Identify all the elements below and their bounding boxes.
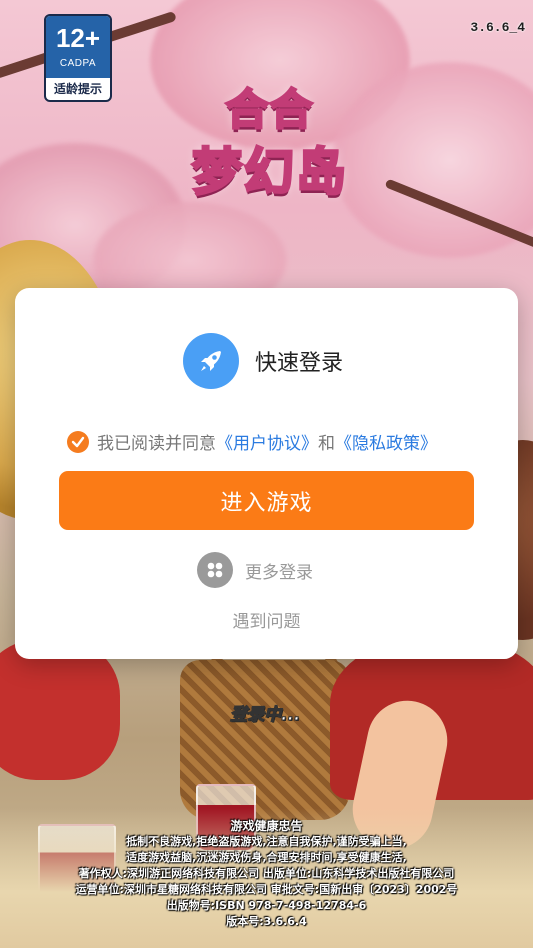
agree-checkbox[interactable]	[67, 430, 89, 453]
logo-line1: 合合	[224, 84, 314, 136]
notice-line3: 著作权人:深圳游正网络科技有限公司 出版单位:山东科学技术出版社有限公司	[78, 867, 455, 880]
age-rating: 12+	[55, 23, 101, 53]
game-logo: 合合 梦幻岛	[140, 82, 400, 232]
agree-and: 和	[318, 434, 335, 454]
age-hint: 适龄提示	[53, 82, 102, 96]
login-dialog: 快速登录 我已阅读并同意 《用户协议》 和 《隐私政策》 进入游戏 更多登录 遇…	[15, 288, 518, 659]
problem-link[interactable]: 遇到问题	[15, 607, 518, 632]
enter-game-button[interactable]: 进入游戏	[59, 471, 474, 530]
grid-icon	[197, 552, 233, 588]
age-rating-badge[interactable]: 12+ CADPA 适龄提示	[44, 14, 112, 102]
notice-line2: 适度游戏益脑,沉迷游戏伤身,合理安排时间,享受健康生活,	[126, 851, 407, 864]
agreement-row: 我已阅读并同意 《用户协议》 和 《隐私政策》	[67, 429, 437, 454]
loading-status: 登录中...	[229, 705, 301, 726]
version-label: 3.6.6_4	[470, 20, 525, 35]
agree-prefix: 我已阅读并同意	[97, 434, 216, 454]
checkmark-icon	[71, 436, 85, 447]
user-agreement-link[interactable]: 《用户协议》	[216, 429, 318, 454]
notice-version: 版本号:3.6.6.4	[226, 915, 307, 928]
notice-line4: 运营单位:深圳市星糖网络科技有限公司 审批文号:国新出审〔2023〕2002号	[75, 883, 458, 896]
rocket-icon	[183, 333, 239, 389]
health-notice: 游戏健康忠告 抵制不良游戏,拒绝盗版游戏,注意自我保护,谨防受骗上当, 适度游戏…	[0, 818, 533, 930]
dialog-header: 快速登录	[183, 332, 343, 390]
notice-line1: 抵制不良游戏,拒绝盗版游戏,注意自我保护,谨防受骗上当,	[126, 835, 407, 848]
age-org: CADPA	[59, 58, 97, 69]
more-login-button[interactable]: 更多登录	[197, 552, 313, 588]
notice-title: 游戏健康忠告	[230, 819, 303, 833]
logo-line2: 梦幻岛	[191, 142, 348, 203]
privacy-policy-link[interactable]: 《隐私政策》	[335, 429, 437, 454]
notice-line5: 出版物号:ISBN 978-7-498-12784-6	[166, 899, 367, 912]
more-login-label: 更多登录	[245, 562, 313, 583]
dialog-title: 快速登录	[255, 351, 344, 376]
